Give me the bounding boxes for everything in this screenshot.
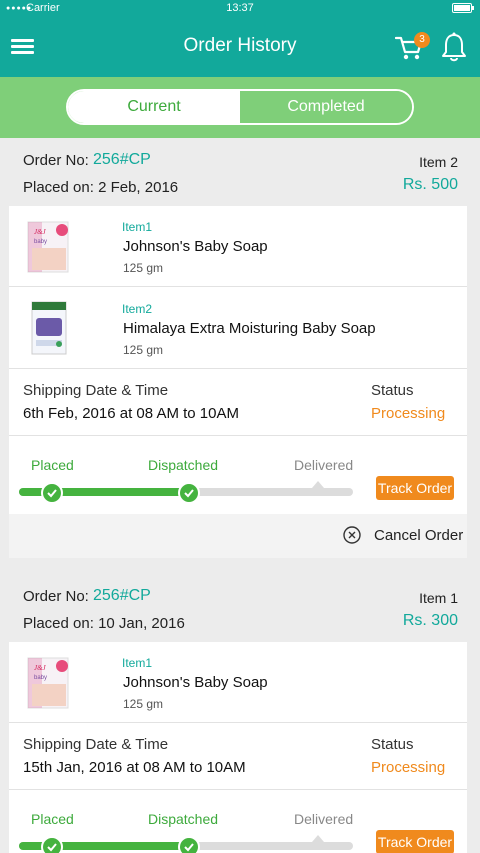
item-label: Item1 <box>122 220 153 234</box>
app-bar: Order History 3 <box>0 17 480 77</box>
track-order-button[interactable]: Track Order <box>376 476 454 500</box>
order-tabs-bar: Current Completed <box>0 77 480 138</box>
item-name: Himalaya Extra Moisturing Baby Soap <box>123 320 376 337</box>
shipping-info: Shipping Date & Time 6th Feb, 2016 at 08… <box>9 370 467 436</box>
list-item[interactable]: J&J baby Item1 Johnson's Baby Soap 125 g… <box>9 642 467 723</box>
johnsons-baby-soap-icon: J&J baby <box>27 657 69 709</box>
tab-completed[interactable]: Completed <box>240 91 412 123</box>
step-delivered-marker-icon <box>312 835 324 842</box>
battery-icon <box>452 3 474 13</box>
svg-text:baby: baby <box>34 239 47 245</box>
placed-date: 10 Jan, 2016 <box>98 615 185 632</box>
placed-on: Placed on: 2 Feb, 2016 <box>23 179 179 196</box>
shipping-label: Shipping Date & Time <box>23 736 169 753</box>
cancel-order-button[interactable]: Cancel Order <box>374 527 463 544</box>
item-label: Item1 <box>122 656 153 670</box>
order-price: Rs. 500 <box>402 176 458 193</box>
step-dispatched-check-icon <box>178 836 200 853</box>
cancel-circle-icon[interactable] <box>343 526 361 544</box>
himalaya-baby-soap-icon <box>31 301 67 355</box>
order-no-label: Order No: <box>23 588 89 605</box>
placed-on: Placed on: 10 Jan, 2016 <box>23 615 185 632</box>
step-delivered-label: Delivered <box>294 457 354 473</box>
cart-count-badge: 3 <box>414 32 430 48</box>
list-item[interactable]: Item2 Himalaya Extra Moisturing Baby Soa… <box>9 288 467 369</box>
step-dispatched-label: Dispatched <box>148 811 219 827</box>
step-dispatched-check-icon <box>178 482 200 504</box>
item-name: Johnson's Baby Soap <box>123 238 268 255</box>
order-header: Order No: 256#CP Placed on: 2 Feb, 2016 … <box>0 138 480 206</box>
status-label: Status <box>371 382 414 399</box>
tab-current[interactable]: Current <box>68 91 240 123</box>
step-dispatched-label: Dispatched <box>148 457 219 473</box>
status-label: Status <box>371 736 414 753</box>
order-card: J&J baby Item1 Johnson's Baby Soap 125 g… <box>9 206 467 558</box>
shipping-value: 6th Feb, 2016 at 08 AM to 10AM <box>23 405 239 422</box>
step-delivered-label: Delivered <box>294 811 354 827</box>
order-progress: Placed Dispatched Delivered Track Order <box>9 790 467 853</box>
step-placed-check-icon <box>41 836 63 853</box>
johnsons-baby-soap-icon: J&J baby <box>27 221 69 273</box>
item-qty: 125 gm <box>123 697 164 711</box>
step-placed-label: Placed <box>31 811 74 827</box>
track-order-button[interactable]: Track Order <box>376 830 454 853</box>
order-no-value: 256#CP <box>93 151 151 168</box>
bell-icon[interactable] <box>441 32 467 62</box>
step-placed-check-icon <box>41 482 63 504</box>
shipping-value: 15th Jan, 2016 at 08 AM to 10AM <box>23 759 246 776</box>
status-value: Processing <box>371 405 446 422</box>
placed-date: 2 Feb, 2016 <box>98 179 179 196</box>
step-placed-label: Placed <box>31 457 74 473</box>
status-value: Processing <box>371 759 446 776</box>
item-name: Johnson's Baby Soap <box>123 674 268 691</box>
item-count: Item 1 <box>419 590 458 606</box>
step-delivered-marker-icon <box>312 481 324 488</box>
order-no-label: Order No: <box>23 152 89 169</box>
order-no-value: 256#CP <box>93 587 151 604</box>
svg-text:J&J: J&J <box>34 228 47 236</box>
item-qty: 125 gm <box>123 261 164 275</box>
order-header: Order No: 256#CP Placed on: 10 Jan, 2016… <box>0 574 480 642</box>
order-card: J&J baby Item1 Johnson's Baby Soap 125 g… <box>9 642 467 853</box>
clock: 13:37 <box>226 2 254 14</box>
status-bar: ●●●●● Carrier 13:37 <box>0 0 480 17</box>
cancel-order-row[interactable]: Cancel Order <box>9 514 467 558</box>
svg-text:J&J: J&J <box>34 664 47 672</box>
shipping-info: Shipping Date & Time 15th Jan, 2016 at 0… <box>9 724 467 790</box>
order-progress: Placed Dispatched Delivered Track Order <box>9 436 467 514</box>
list-item[interactable]: J&J baby Item1 Johnson's Baby Soap 125 g… <box>9 206 467 287</box>
svg-text:baby: baby <box>34 675 47 681</box>
order-tabs: Current Completed <box>66 89 414 125</box>
shipping-label: Shipping Date & Time <box>23 382 169 399</box>
item-count: Item 2 <box>419 154 458 170</box>
item-label: Item2 <box>122 302 153 316</box>
item-qty: 125 gm <box>123 343 164 357</box>
order-price: Rs. 300 <box>402 612 458 629</box>
